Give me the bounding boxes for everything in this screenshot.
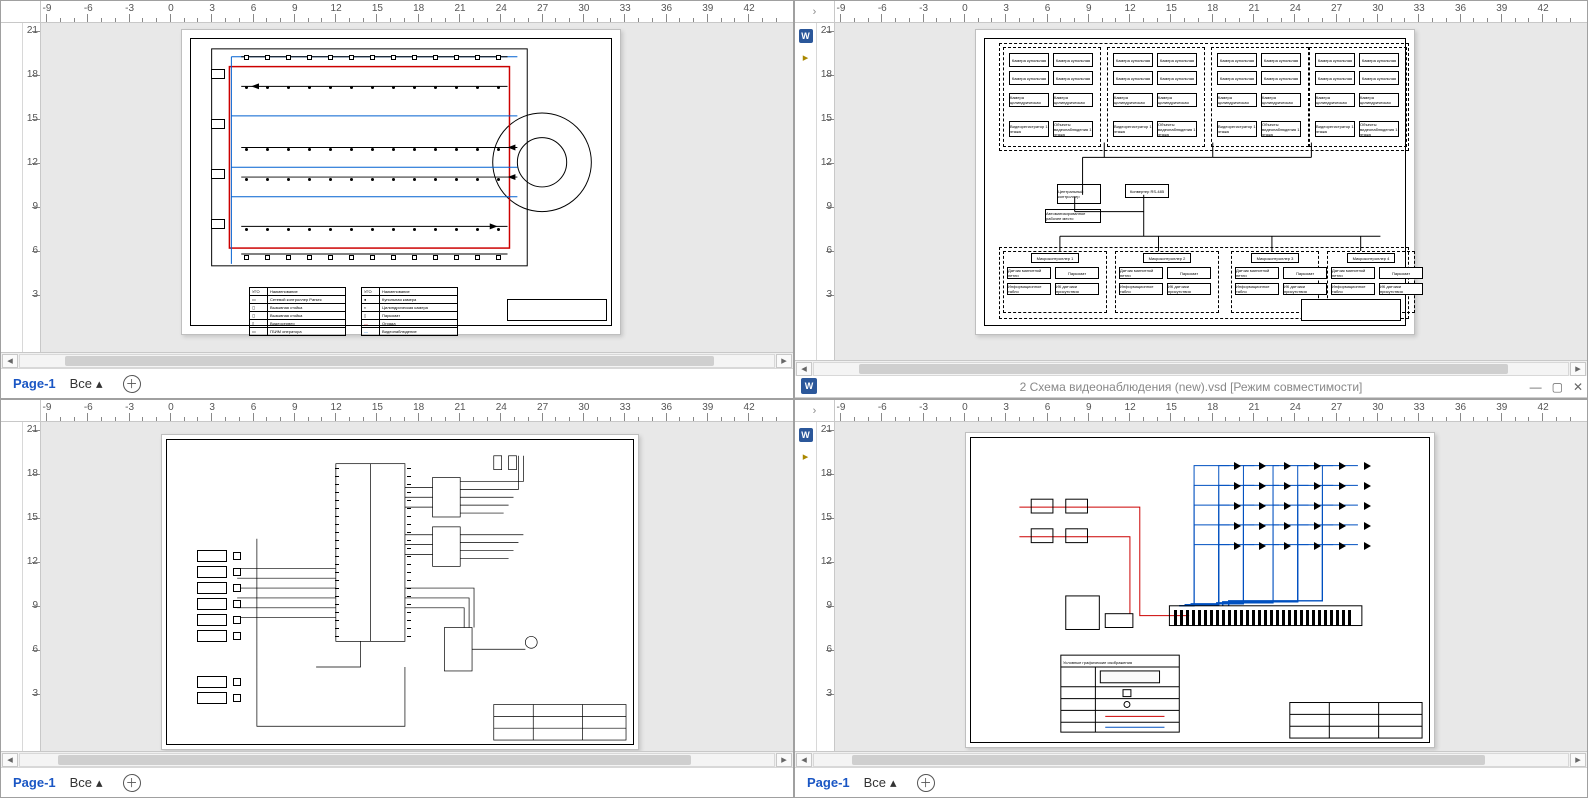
window-title: 2 Схема видеонаблюдения (new).vsd [Режим… bbox=[1020, 380, 1363, 394]
legend-title: Условные графические изображения bbox=[1063, 660, 1132, 665]
page[interactable] bbox=[161, 434, 639, 750]
status-bar: Page-1 Все ▴ ＋ bbox=[1, 767, 793, 797]
work-row: W ▸ 21181512963 Камера купольнаяКамера к… bbox=[795, 23, 1587, 360]
all-pages-button[interactable]: Все ▴ bbox=[70, 376, 103, 392]
chevron-up-icon: ▴ bbox=[96, 775, 103, 791]
title-block bbox=[507, 299, 607, 321]
page-tab[interactable]: Page-1 bbox=[807, 775, 850, 790]
drawing-canvas[interactable] bbox=[41, 422, 793, 751]
scroll-thumb[interactable] bbox=[65, 356, 713, 366]
scroll-left-icon[interactable]: ◂ bbox=[2, 753, 18, 767]
drawing-canvas[interactable]: Условные графические изображения bbox=[835, 422, 1587, 751]
title-block bbox=[1301, 299, 1401, 321]
diagram-wiring bbox=[971, 438, 1429, 742]
page-tab[interactable]: Page-1 bbox=[13, 376, 56, 391]
legend-right: УГОНаименование ●Купольная камера ◐Цилин… bbox=[361, 287, 458, 336]
maximize-icon[interactable]: ▢ bbox=[1552, 380, 1563, 394]
page[interactable]: УГОНаименование ▭Сетевой контроллер Pars… bbox=[181, 29, 621, 335]
chevron-right-icon[interactable]: › bbox=[813, 405, 817, 417]
all-pages-button[interactable]: Все ▴ bbox=[864, 775, 897, 791]
horizontal-ruler[interactable]: -9-6-303691215182124273033363942 bbox=[835, 400, 1587, 421]
scroll-right-icon[interactable]: ▸ bbox=[1570, 753, 1586, 767]
scroll-track[interactable] bbox=[19, 354, 775, 368]
page-frame: Камера купольнаяКамера купольнаяКамера к… bbox=[984, 38, 1406, 326]
all-pages-button[interactable]: Все ▴ bbox=[70, 775, 103, 791]
ruler-row: › -9-6-303691215182124273033363942 bbox=[795, 400, 1587, 422]
chevron-up-icon: ▴ bbox=[890, 775, 897, 791]
work-row: W ▸ 21181512963 bbox=[795, 422, 1587, 751]
pane-bottom-left: -9-6-303691215182124273033363942 2118151… bbox=[0, 399, 794, 798]
ruler-corner bbox=[1, 400, 41, 421]
scroll-track[interactable] bbox=[19, 753, 775, 767]
add-page-button[interactable]: ＋ bbox=[123, 375, 141, 393]
add-page-button[interactable]: ＋ bbox=[123, 774, 141, 792]
pane-bottom-right: › -9-6-303691215182124273033363942 W ▸ 2… bbox=[794, 399, 1588, 798]
vertical-ruler[interactable]: 21181512963 bbox=[23, 23, 41, 352]
scroll-left-icon[interactable]: ◂ bbox=[796, 753, 812, 767]
horizontal-scrollbar[interactable]: ◂ ▸ bbox=[795, 751, 1587, 767]
page-frame bbox=[166, 439, 634, 745]
side-gutter: W ▸ bbox=[795, 422, 817, 751]
chevron-right-icon[interactable]: ▸ bbox=[803, 51, 809, 64]
horizontal-ruler[interactable]: -9-6-303691215182124273033363942 bbox=[41, 1, 793, 22]
window-titlebar: W 2 Схема видеонаблюдения (new).vsd [Реж… bbox=[795, 376, 1587, 398]
diagram-floorplan bbox=[191, 39, 611, 325]
horizontal-ruler[interactable]: -9-6-303691215182124273033363942 bbox=[41, 400, 793, 421]
horizontal-ruler[interactable]: -9-6-303691215182124273033363942 bbox=[835, 1, 1587, 22]
pane-top-right: › -9-6-303691215182124273033363942 W ▸ 2… bbox=[794, 0, 1588, 399]
drawing-canvas[interactable]: УГОНаименование ▭Сетевой контроллер Pars… bbox=[41, 23, 793, 352]
status-bar: Page-1 Все ▴ ＋ bbox=[1, 368, 793, 398]
word-icon[interactable]: W bbox=[799, 29, 813, 43]
chevron-right-icon[interactable]: › bbox=[813, 6, 817, 18]
side-gutter bbox=[1, 422, 23, 751]
scroll-thumb[interactable] bbox=[58, 755, 691, 765]
scroll-right-icon[interactable]: ▸ bbox=[776, 354, 792, 368]
close-icon[interactable]: ✕ bbox=[1573, 380, 1583, 394]
page-frame: Условные графические изображения bbox=[970, 437, 1430, 743]
ruler-row: -9-6-303691215182124273033363942 bbox=[1, 400, 793, 422]
vertical-ruler[interactable]: 21181512963 bbox=[23, 422, 41, 751]
scroll-right-icon[interactable]: ▸ bbox=[776, 753, 792, 767]
page[interactable]: Камера купольнаяКамера купольнаяКамера к… bbox=[975, 29, 1415, 335]
scroll-left-icon[interactable]: ◂ bbox=[2, 354, 18, 368]
work-row: 21181512963 bbox=[1, 23, 793, 352]
chevron-right-icon[interactable]: ▸ bbox=[803, 450, 809, 463]
diagram-hierarchy bbox=[985, 39, 1405, 325]
work-row: 21181512963 bbox=[1, 422, 793, 751]
drawing-canvas[interactable]: Камера купольнаяКамера купольнаяКамера к… bbox=[835, 23, 1587, 360]
pane-top-left: -9-6-303691215182124273033363942 2118151… bbox=[0, 0, 794, 399]
scroll-right-icon[interactable]: ▸ bbox=[1570, 362, 1586, 376]
horizontal-scrollbar[interactable]: ◂ ▸ bbox=[1, 751, 793, 767]
ruler-row: › -9-6-303691215182124273033363942 bbox=[795, 1, 1587, 23]
status-bar: Page-1 Все ▴ ＋ bbox=[795, 767, 1587, 797]
vertical-ruler[interactable]: 21181512963 bbox=[817, 23, 835, 360]
scroll-thumb[interactable] bbox=[852, 755, 1485, 765]
page[interactable]: Условные графические изображения bbox=[965, 432, 1435, 748]
horizontal-scrollbar[interactable]: ◂ ▸ bbox=[795, 360, 1587, 376]
minimize-icon[interactable]: — bbox=[1530, 380, 1542, 394]
word-icon: W bbox=[801, 378, 817, 394]
ruler-corner: › bbox=[795, 1, 835, 22]
word-icon[interactable]: W bbox=[799, 428, 813, 442]
horizontal-scrollbar[interactable]: ◂ ▸ bbox=[1, 352, 793, 368]
vertical-ruler[interactable]: 21181512963 bbox=[817, 422, 835, 751]
scroll-track[interactable] bbox=[813, 753, 1569, 767]
page-tab[interactable]: Page-1 bbox=[13, 775, 56, 790]
scroll-thumb[interactable] bbox=[859, 364, 1507, 374]
add-page-button[interactable]: ＋ bbox=[917, 774, 935, 792]
ruler-corner bbox=[1, 1, 41, 22]
side-gutter: W ▸ bbox=[795, 23, 817, 360]
side-gutter bbox=[1, 23, 23, 352]
ruler-row: -9-6-303691215182124273033363942 bbox=[1, 1, 793, 23]
ruler-corner: › bbox=[795, 400, 835, 421]
scroll-left-icon[interactable]: ◂ bbox=[796, 362, 812, 376]
chevron-up-icon: ▴ bbox=[96, 376, 103, 392]
page-frame: УГОНаименование ▭Сетевой контроллер Pars… bbox=[190, 38, 612, 326]
scroll-track[interactable] bbox=[813, 362, 1569, 376]
legend-left: УГОНаименование ▭Сетевой контроллер Pars… bbox=[249, 287, 346, 336]
